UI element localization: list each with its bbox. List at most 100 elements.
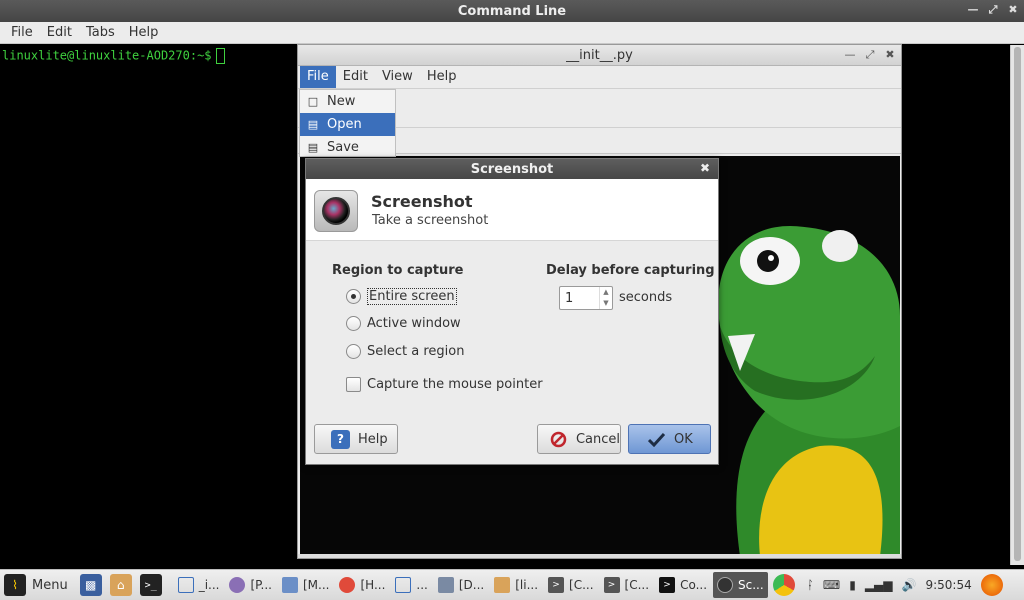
viewer-menu-view[interactable]: View xyxy=(375,66,420,88)
delay-unit: seconds xyxy=(619,290,673,305)
task-label: [li... xyxy=(515,578,539,592)
delay-value[interactable]: 1 xyxy=(560,291,599,306)
task-c1[interactable]: > [C... xyxy=(544,572,598,598)
help-button-label: Help xyxy=(358,431,388,447)
terminal-title: Command Line xyxy=(457,3,567,19)
radio-active-window[interactable]: Active window xyxy=(346,316,461,331)
task-label: [H... xyxy=(360,578,386,592)
ok-button[interactable]: OK xyxy=(628,424,711,454)
radio-button[interactable] xyxy=(346,316,361,331)
region-section-label: Region to capture xyxy=(332,263,464,278)
cancel-icon xyxy=(550,430,568,449)
task-label: [D... xyxy=(458,578,485,592)
viewer-menu-help[interactable]: Help xyxy=(420,66,464,88)
viewer-menu-file[interactable]: File xyxy=(300,66,336,88)
menu-item-open[interactable]: ▤ Open xyxy=(300,113,395,136)
task-m[interactable]: [M... xyxy=(278,572,333,598)
task-init[interactable]: _i... xyxy=(174,572,224,598)
file-dropdown-menu: □ New ▤ Open ▤ Save xyxy=(299,89,396,157)
close-icon[interactable]: ✖ xyxy=(1006,3,1020,17)
document-icon xyxy=(281,577,298,593)
maximize-icon[interactable]: ⤢ xyxy=(863,48,877,62)
linux-logo-icon: ⌇ xyxy=(4,574,26,596)
terminal-menu-file[interactable]: File xyxy=(4,22,40,44)
task-h[interactable]: [H... xyxy=(335,572,389,598)
checkbox[interactable] xyxy=(346,377,361,392)
checkmark-icon xyxy=(647,430,666,449)
minimize-icon[interactable]: — xyxy=(843,48,857,62)
radio-active-window-label: Active window xyxy=(367,316,461,331)
terminal-menu-edit[interactable]: Edit xyxy=(40,22,79,44)
task-screenshot[interactable]: Sc... xyxy=(713,572,768,598)
minimize-icon[interactable]: — xyxy=(966,3,980,17)
task-li[interactable]: [li... xyxy=(490,572,542,598)
radio-button[interactable] xyxy=(346,344,361,359)
menu-item-new-label: New xyxy=(327,94,356,109)
decrement-icon[interactable]: ▼ xyxy=(600,298,612,309)
radio-button[interactable] xyxy=(346,289,361,304)
task-label: ... xyxy=(416,578,428,592)
task-label: _i... xyxy=(198,578,220,592)
terminal-titlebar[interactable]: Command Line — ⤢ ✖ xyxy=(0,0,1024,22)
increment-icon[interactable]: ▲ xyxy=(600,287,612,298)
dialog-header-subtitle: Take a screenshot xyxy=(372,213,489,228)
task-label: [C... xyxy=(569,578,594,592)
help-button[interactable]: ? Help xyxy=(314,424,398,454)
maximize-icon[interactable]: ⤢ xyxy=(986,3,1000,17)
spin-arrows[interactable]: ▲ ▼ xyxy=(599,287,612,309)
dialog-header-title: Screenshot xyxy=(371,192,473,211)
radio-entire-screen-label: Entire screen xyxy=(367,288,457,305)
menu-item-open-label: Open xyxy=(327,117,362,132)
terminal-scrollbar[interactable] xyxy=(1010,45,1024,565)
terminal-launcher-icon[interactable]: >_ xyxy=(139,574,162,596)
radio-entire-screen[interactable]: Entire screen xyxy=(346,288,457,305)
capture-mouse-pointer-checkbox[interactable]: Capture the mouse pointer xyxy=(346,377,543,392)
viewer-window-controls: — ⤢ ✖ xyxy=(843,48,897,62)
clock[interactable]: 9:50:54 xyxy=(925,578,971,592)
terminal-menu-tabs[interactable]: Tabs xyxy=(79,22,122,44)
radio-select-region[interactable]: Select a region xyxy=(346,344,464,359)
terminal-icon: > xyxy=(659,577,676,593)
radio-select-region-label: Select a region xyxy=(367,344,465,359)
cancel-button[interactable]: Cancel xyxy=(537,424,621,454)
screenshot-dialog: Screenshot ✖ Screenshot Take a screensho… xyxy=(305,158,719,465)
task-label: Co... xyxy=(680,578,708,592)
delay-spinbutton[interactable]: 1 ▲ ▼ xyxy=(559,286,613,310)
viewer-titlebar[interactable]: __init__.py — ⤢ ✖ xyxy=(298,45,901,66)
dialog-titlebar[interactable]: Screenshot ✖ xyxy=(306,159,718,179)
globe-icon xyxy=(229,577,246,593)
chrome-launcher-icon[interactable] xyxy=(772,574,795,596)
firefox-icon[interactable] xyxy=(980,574,1003,596)
folder-icon xyxy=(494,577,511,593)
task-p[interactable]: [P... xyxy=(225,572,276,598)
viewer-menu-edit[interactable]: Edit xyxy=(336,66,375,88)
bluetooth-icon[interactable]: ᛛ xyxy=(807,578,814,592)
volume-icon[interactable]: 🔊 xyxy=(902,578,917,592)
desktop-icon[interactable]: ▩ xyxy=(79,574,102,596)
system-tray: ᛛ ⌨ ▮ ▂▄▆ 🔊 9:50:54 xyxy=(807,574,1003,596)
dialog-header: Screenshot Take a screenshot xyxy=(306,179,718,241)
task-d[interactable]: [D... xyxy=(434,572,488,598)
viewer-menubar: File Edit View Help xyxy=(298,66,901,88)
home-folder-icon[interactable]: ⌂ xyxy=(109,574,132,596)
window-icon xyxy=(395,577,412,593)
task-c2[interactable]: > [C... xyxy=(600,572,654,598)
terminal-icon: > xyxy=(548,577,565,593)
close-icon[interactable]: ✖ xyxy=(883,48,897,62)
close-icon[interactable]: ✖ xyxy=(700,161,710,175)
menu-item-save[interactable]: ▤ Save xyxy=(300,136,395,159)
scrollbar-thumb[interactable] xyxy=(1014,47,1021,561)
task-window[interactable]: ... xyxy=(391,572,431,598)
task-command-line[interactable]: > Co... xyxy=(655,572,711,598)
network-signal-icon[interactable]: ▂▄▆ xyxy=(865,578,893,592)
terminal-prompt: linuxlite@linuxlite-AOD270:~$ xyxy=(2,48,212,63)
chrome-icon xyxy=(339,577,356,593)
help-icon: ? xyxy=(331,429,350,449)
battery-icon[interactable]: ▮ xyxy=(849,578,856,592)
menu-item-save-label: Save xyxy=(327,140,359,155)
terminal-menu-help[interactable]: Help xyxy=(122,22,166,44)
start-menu-button[interactable]: ⌇ Menu xyxy=(4,572,68,599)
keyboard-icon[interactable]: ⌨ xyxy=(823,578,840,592)
task-label: Sc... xyxy=(738,578,764,592)
menu-item-new[interactable]: □ New xyxy=(300,90,395,113)
